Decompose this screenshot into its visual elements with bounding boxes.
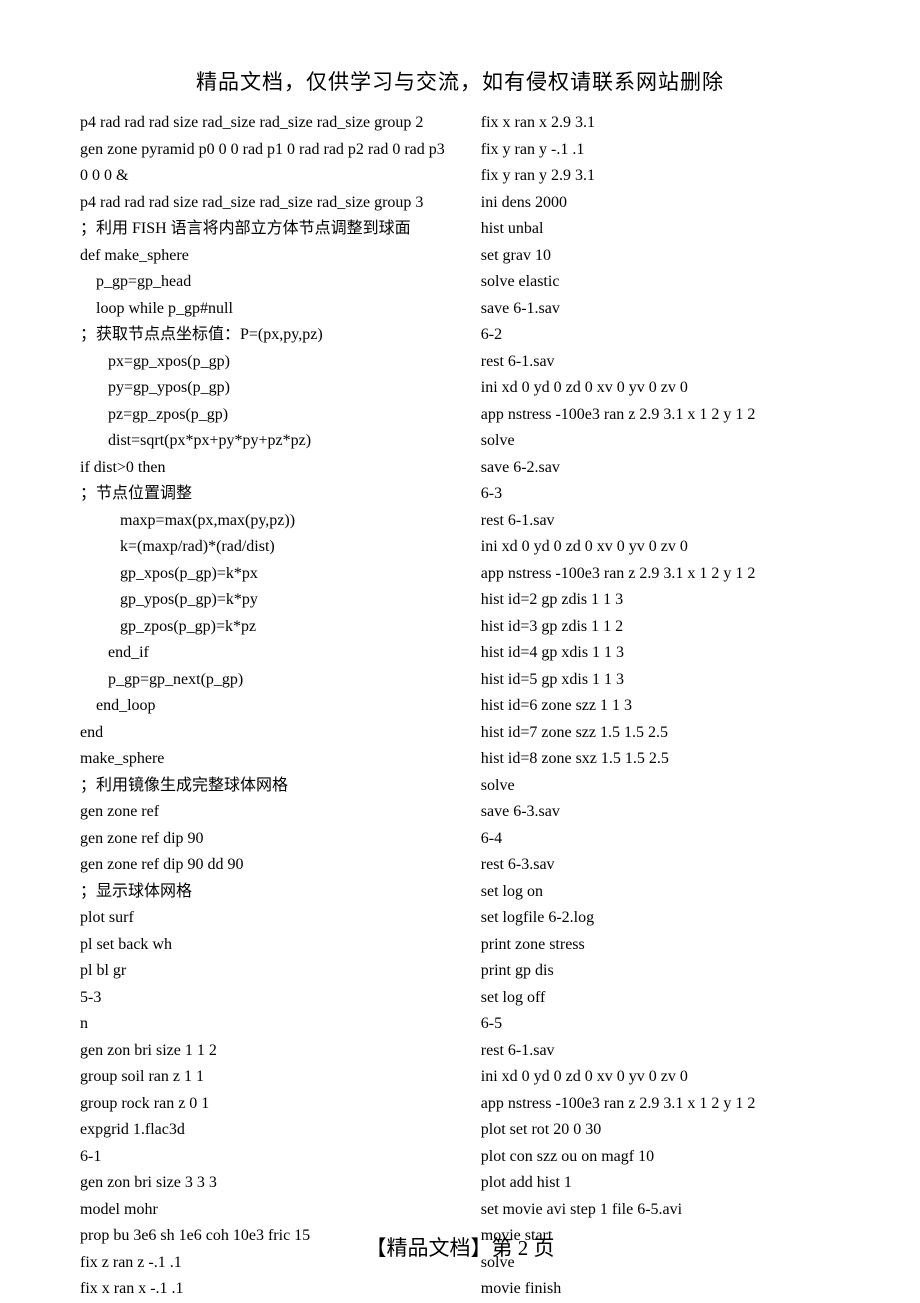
code-line: movie finish (481, 1276, 840, 1303)
code-line: fix x ran x -.1 .1 (80, 1276, 445, 1303)
code-line: save 6-2.sav (481, 455, 840, 482)
code-line: 6-1 (80, 1144, 445, 1171)
code-line: hist id=4 gp xdis 1 1 3 (481, 640, 840, 667)
code-line: ；节点位置调整 (80, 481, 445, 508)
code-line: solve (481, 773, 840, 800)
code-line: hist id=3 gp zdis 1 1 2 (481, 614, 840, 641)
code-line: set movie avi step 1 file 6-5.avi (481, 1197, 840, 1224)
code-line: hist id=5 gp xdis 1 1 3 (481, 667, 840, 694)
code-line: loop while p_gp#null (80, 296, 445, 323)
code-line: model mohr (80, 1197, 445, 1224)
code-line: rest 6-1.sav (481, 349, 840, 376)
code-line: p_gp=gp_head (80, 269, 445, 296)
code-line: ；获取节点点坐标值：P=(px,py,pz) (80, 322, 445, 349)
code-line: rest 6-1.sav (481, 1038, 840, 1065)
code-line: 6-4 (481, 826, 840, 853)
code-line: make_sphere (80, 746, 445, 773)
code-line: group soil ran z 1 1 (80, 1064, 445, 1091)
code-line: rest 6-3.sav (481, 852, 840, 879)
code-line: gen zone ref dip 90 dd 90 (80, 852, 445, 879)
code-line: 0 0 0 & (80, 163, 445, 190)
code-line: ini xd 0 yd 0 zd 0 xv 0 yv 0 zv 0 (481, 534, 840, 561)
code-line: px=gp_xpos(p_gp) (80, 349, 445, 376)
code-line: plot add hist 1 (481, 1170, 840, 1197)
code-line: end_if (80, 640, 445, 667)
code-line: gen zone ref dip 90 (80, 826, 445, 853)
code-line: group rock ran z 0 1 (80, 1091, 445, 1118)
code-line: p_gp=gp_next(p_gp) (80, 667, 445, 694)
code-line: p4 rad rad rad size rad_size rad_size ra… (80, 190, 445, 217)
code-line: print zone stress (481, 932, 840, 959)
code-line: end (80, 720, 445, 747)
code-line: gen zone pyramid p0 0 0 rad p1 0 rad rad… (80, 137, 445, 164)
code-line: py=gp_ypos(p_gp) (80, 375, 445, 402)
code-line: save 6-1.sav (481, 296, 840, 323)
code-line: fix y ran y -.1 .1 (481, 137, 840, 164)
code-line: gp_xpos(p_gp)=k*px (80, 561, 445, 588)
code-line: plot set rot 20 0 30 (481, 1117, 840, 1144)
code-line: app nstress -100e3 ran z 2.9 3.1 x 1 2 y… (481, 402, 840, 429)
code-line: solve elastic (481, 269, 840, 296)
code-line: hist id=2 gp zdis 1 1 3 (481, 587, 840, 614)
code-line: dist=sqrt(px*px+py*py+pz*pz) (80, 428, 445, 455)
page-header: 精品文档，仅供学习与交流，如有侵权请联系网站删除 (0, 0, 920, 96)
code-line: def make_sphere (80, 243, 445, 270)
code-line: p4 rad rad rad size rad_size rad_size ra… (80, 110, 445, 137)
code-line: k=(maxp/rad)*(rad/dist) (80, 534, 445, 561)
code-line: print gp dis (481, 958, 840, 985)
code-line: ；利用镜像生成完整球体网格 (80, 773, 445, 800)
code-line: hist id=8 zone sxz 1.5 1.5 2.5 (481, 746, 840, 773)
page-footer: 【精品文档】第 2 页 (0, 1232, 920, 1262)
content-area: p4 rad rad rad size rad_size rad_size ra… (0, 96, 920, 1303)
code-line: set log off (481, 985, 840, 1012)
code-line: 6-5 (481, 1011, 840, 1038)
code-line: ；显示球体网格 (80, 879, 445, 906)
code-line: n (80, 1011, 445, 1038)
code-line: expgrid 1.flac3d (80, 1117, 445, 1144)
code-line: pl bl gr (80, 958, 445, 985)
code-line: 5-3 (80, 985, 445, 1012)
code-line: fix x ran x 2.9 3.1 (481, 110, 840, 137)
code-line: ；利用 FISH 语言将内部立方体节点调整到球面 (80, 216, 445, 243)
code-line: rest 6-1.sav (481, 508, 840, 535)
code-line: gen zon bri size 1 1 2 (80, 1038, 445, 1065)
code-line: gen zone ref (80, 799, 445, 826)
right-column: fix x ran x 2.9 3.1fix y ran y -.1 .1fix… (481, 110, 840, 1303)
code-line: 6-2 (481, 322, 840, 349)
code-line: gp_ypos(p_gp)=k*py (80, 587, 445, 614)
code-line: end_loop (80, 693, 445, 720)
code-line: ini xd 0 yd 0 zd 0 xv 0 yv 0 zv 0 (481, 375, 840, 402)
code-line: hist unbal (481, 216, 840, 243)
code-line: fix y ran y 2.9 3.1 (481, 163, 840, 190)
code-line: set grav 10 (481, 243, 840, 270)
code-line: app nstress -100e3 ran z 2.9 3.1 x 1 2 y… (481, 561, 840, 588)
code-line: if dist>0 then (80, 455, 445, 482)
code-line: plot con szz ou on magf 10 (481, 1144, 840, 1171)
code-line: ini dens 2000 (481, 190, 840, 217)
code-line: maxp=max(px,max(py,pz)) (80, 508, 445, 535)
code-line: set log on (481, 879, 840, 906)
code-line: save 6-3.sav (481, 799, 840, 826)
code-line: gp_zpos(p_gp)=k*pz (80, 614, 445, 641)
code-line: hist id=7 zone szz 1.5 1.5 2.5 (481, 720, 840, 747)
code-line: set logfile 6-2.log (481, 905, 840, 932)
left-column: p4 rad rad rad size rad_size rad_size ra… (80, 110, 445, 1303)
code-line: gen zon bri size 3 3 3 (80, 1170, 445, 1197)
code-line: pz=gp_zpos(p_gp) (80, 402, 445, 429)
code-line: hist id=6 zone szz 1 1 3 (481, 693, 840, 720)
code-line: plot surf (80, 905, 445, 932)
code-line: ini xd 0 yd 0 zd 0 xv 0 yv 0 zv 0 (481, 1064, 840, 1091)
code-line: 6-3 (481, 481, 840, 508)
code-line: app nstress -100e3 ran z 2.9 3.1 x 1 2 y… (481, 1091, 840, 1118)
code-line: pl set back wh (80, 932, 445, 959)
code-line: solve (481, 428, 840, 455)
